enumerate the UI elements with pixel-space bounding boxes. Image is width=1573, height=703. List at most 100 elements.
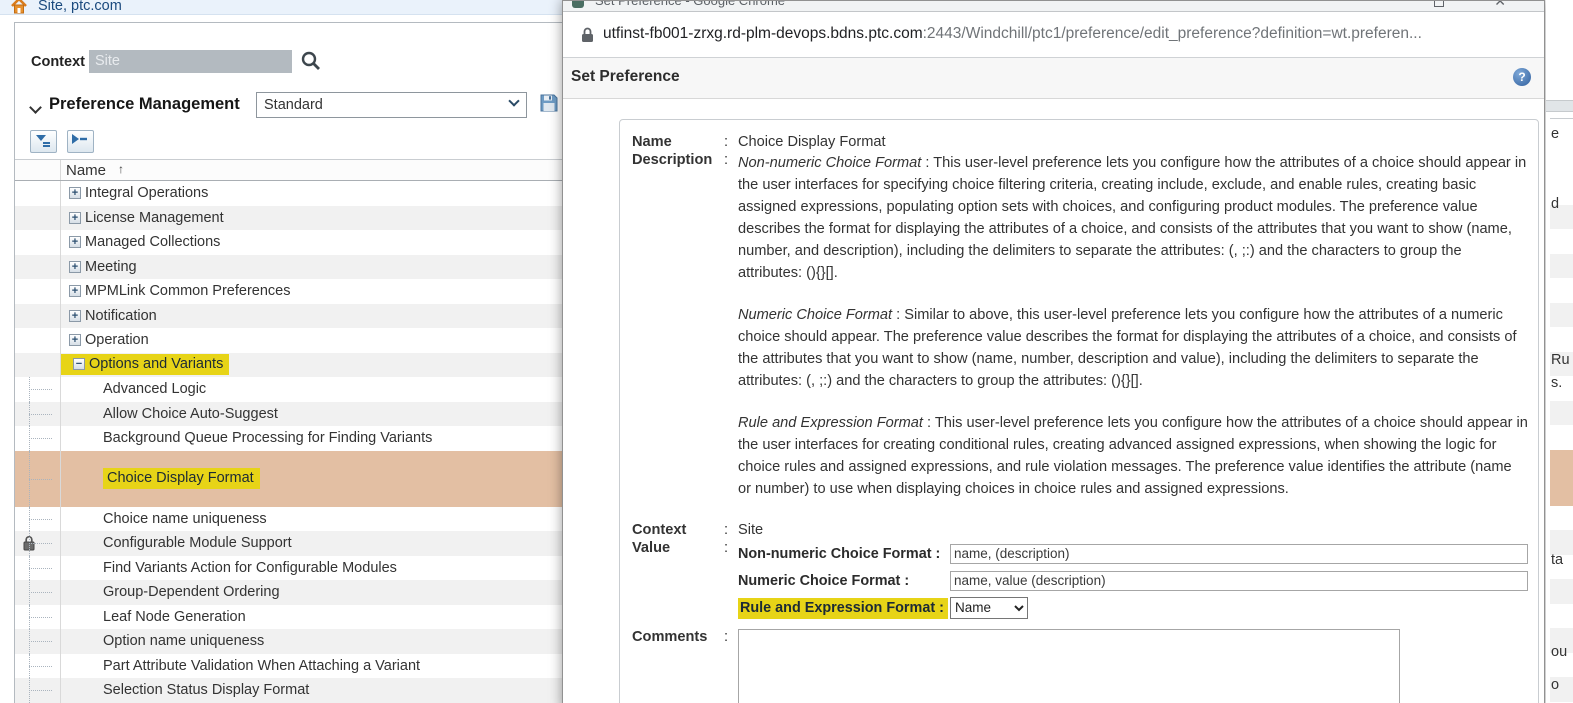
expand-icon[interactable]: + (69, 211, 81, 224)
tree-row[interactable]: Option name uniqueness (15, 629, 563, 664)
tree-guide-dash (29, 592, 52, 594)
tree-guide-dash (29, 478, 52, 480)
description-paragraph: Non-numeric Choice Format : This user-le… (738, 152, 1528, 284)
tree-guide-dash (29, 665, 52, 667)
tree-row-label[interactable]: Part Attribute Validation When Attaching… (103, 658, 420, 674)
tree-row[interactable]: Leaf Node Generation (15, 604, 563, 639)
sort-ascending-icon[interactable]: ↑ (118, 162, 124, 176)
close-icon[interactable]: ✕ (1494, 1, 1506, 10)
tree-row-label[interactable]: Leaf Node Generation (103, 609, 246, 625)
tree-row[interactable]: + Notification (15, 303, 563, 338)
tree-row[interactable]: Configurable Module Support (15, 531, 563, 566)
preference-name-value: Choice Display Format (738, 134, 886, 150)
background-text-fragment: ou (1551, 644, 1568, 660)
table-toolbar (15, 127, 563, 159)
description-paragraph-lead: Non-numeric Choice Format (738, 155, 922, 171)
context-row: Context : Site (632, 522, 1528, 538)
tree-row[interactable]: Advanced Logic (15, 377, 563, 412)
context-value: Site (738, 522, 764, 538)
tree-row[interactable]: + Managed Collections (15, 230, 563, 265)
background-text-fragment: ta (1551, 552, 1564, 568)
description-paragraph: Rule and Expression Format : This user-l… (738, 412, 1528, 500)
expand-icon[interactable]: + (69, 334, 81, 347)
tree-row-label[interactable]: Group-Dependent Ordering (103, 584, 280, 600)
tree-row-label[interactable]: Integral Operations (85, 185, 208, 201)
tree-row-label[interactable]: MPMLink Common Preferences (85, 283, 291, 299)
expand-icon[interactable]: + (69, 260, 81, 273)
expand-icon[interactable]: + (69, 285, 81, 298)
filter-button[interactable] (30, 130, 57, 153)
tree-row[interactable]: + Integral Operations (15, 181, 563, 216)
tree-row-label[interactable]: Options and Variants (89, 356, 223, 372)
tree-row-label[interactable]: Selection Status Display Format (103, 682, 309, 698)
tree-row-label[interactable]: Advanced Logic (103, 381, 206, 397)
tree-row-label[interactable]: Find Variants Action for Configurable Mo… (103, 560, 397, 576)
collapse-icon[interactable]: − (73, 358, 85, 371)
tree-row[interactable]: + Meeting (15, 254, 563, 289)
value-field-input[interactable] (950, 543, 1528, 564)
tree-row-label[interactable]: Operation (85, 332, 149, 348)
name-column-header[interactable]: Name (66, 162, 106, 179)
tree-row[interactable]: Choice name uniqueness (15, 506, 563, 541)
table-header[interactable]: Name ↑ (15, 159, 563, 181)
tree-row-label[interactable]: Notification (85, 308, 157, 324)
tree-row-label[interactable]: Managed Collections (85, 234, 220, 250)
background-row-fragment (1550, 505, 1573, 530)
tree-row[interactable]: Find Variants Action for Configurable Mo… (15, 555, 563, 590)
tree-row-label[interactable]: Allow Choice Auto-Suggest (103, 406, 278, 422)
search-icon[interactable] (300, 50, 322, 72)
tree-row-label[interactable]: Background Queue Processing for Finding … (103, 430, 432, 446)
expand-collapse-button[interactable] (67, 130, 94, 153)
tree-guide-dash (29, 690, 52, 692)
comments-textarea[interactable] (738, 629, 1400, 703)
maximize-icon[interactable] (1434, 1, 1444, 7)
tree-row[interactable]: + Operation (15, 328, 563, 363)
home-icon[interactable] (10, 0, 28, 14)
tree-row-label[interactable]: Choice name uniqueness (103, 511, 267, 527)
tree-row[interactable]: Group-Dependent Ordering (15, 580, 563, 615)
background-text-fragment: d (1551, 196, 1560, 212)
collapse-chevron-icon[interactable] (29, 101, 42, 114)
tree-row[interactable]: Part Attribute Validation When Attaching… (15, 653, 563, 688)
background-row-fragment (1550, 530, 1573, 555)
save-icon[interactable] (539, 93, 559, 118)
tree-row-label[interactable]: Option name uniqueness (103, 633, 264, 649)
window-favicon (572, 1, 584, 8)
background-row-fragment (1550, 603, 1573, 628)
colon: : (724, 522, 729, 538)
context-input[interactable]: Site (89, 50, 292, 73)
tree-row[interactable]: Choice Display Format (15, 450, 563, 517)
tree-guide-dash (29, 389, 52, 391)
tree-row[interactable]: Allow Choice Auto-Suggest (15, 401, 563, 436)
expand-icon[interactable]: + (69, 309, 81, 322)
view-dropdown-value: Standard (264, 97, 323, 113)
rule-expression-format-select[interactable]: Name (950, 596, 1028, 619)
row-gutter (15, 206, 60, 231)
tree-row-label[interactable]: Configurable Module Support (103, 535, 292, 551)
windchill-main-window: Site, ptc.com Context Site Preference Ma… (0, 0, 564, 703)
value-field-input[interactable] (950, 570, 1528, 591)
tree-row[interactable]: Selection Status Display Format (15, 678, 563, 703)
value-field-row: Non-numeric Choice Format : (738, 540, 1528, 567)
tree-row[interactable]: + License Management (15, 205, 563, 240)
tree-row[interactable]: Background Queue Processing for Finding … (15, 426, 563, 461)
value-field-label: Numeric Choice Format : (738, 572, 910, 589)
background-row-fragment (1550, 302, 1573, 327)
tree-row[interactable]: − Options and Variants (15, 352, 563, 387)
lock-icon[interactable] (581, 27, 594, 48)
name-row: Name : Choice Display Format (632, 134, 1528, 150)
preference-tree: + Integral Operations + License Management +… (15, 181, 563, 703)
tree-row-label[interactable]: License Management (85, 210, 224, 226)
chevron-down-icon (508, 95, 520, 107)
popup-title-bar[interactable]: Set Preference - Google Chrome ✕ (563, 1, 1544, 12)
url-bar[interactable]: utfinst-fb001-zrxg.rd-plm-devops.bdns.pt… (563, 12, 1544, 58)
set-preference-window: Set Preference - Google Chrome ✕ utfinst… (562, 0, 1545, 703)
tree-row[interactable]: + MPMLink Common Preferences (15, 279, 563, 314)
expand-icon[interactable]: + (69, 236, 81, 249)
help-icon[interactable]: ? (1513, 68, 1531, 86)
tree-row-label[interactable]: Choice Display Format (107, 470, 254, 486)
comments-label: Comments (632, 629, 708, 645)
expand-icon[interactable]: + (69, 187, 81, 200)
view-dropdown[interactable]: Standard (256, 92, 527, 118)
tree-row-label[interactable]: Meeting (85, 259, 137, 275)
